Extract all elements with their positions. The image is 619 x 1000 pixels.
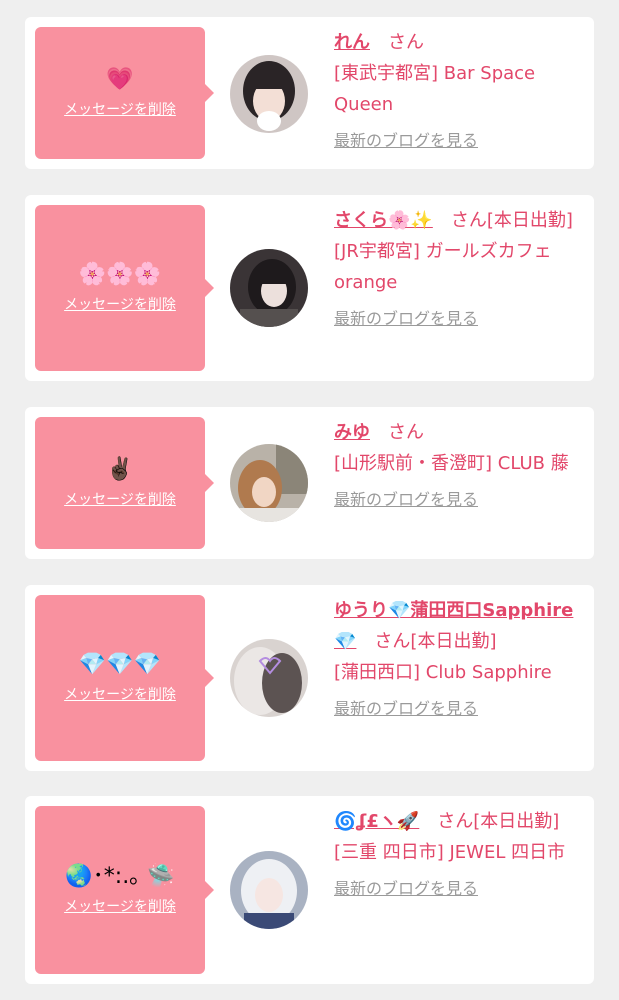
latest-blog-link[interactable]: 最新のブログを見る bbox=[334, 876, 478, 902]
delete-message-button[interactable]: ✌🏿 メッセージを削除 bbox=[35, 417, 214, 549]
list-item: 💗 メッセージを削除 れん さん [東武宇都宮] Bar Space Queen … bbox=[25, 17, 594, 169]
attendance-status: [本日出勤] bbox=[473, 811, 560, 832]
delete-message-link[interactable]: メッセージを削除 bbox=[64, 489, 176, 509]
avatar[interactable] bbox=[230, 55, 308, 133]
emoji-stamp: 💗 bbox=[106, 67, 134, 92]
emoji-stamp: ✌🏿 bbox=[106, 457, 134, 482]
avatar[interactable] bbox=[230, 249, 308, 327]
shop-name: [三重 四日市] JEWEL 四日市 bbox=[334, 842, 566, 863]
attendance-status: [本日出勤] bbox=[410, 631, 497, 652]
honorific: さん bbox=[388, 32, 424, 53]
shop-name: [東武宇都宮] Bar Space Queen bbox=[334, 63, 536, 115]
profile-info: れん さん [東武宇都宮] Bar Space Queen 最新のブログを見る bbox=[334, 27, 584, 156]
delete-message-link[interactable]: メッセージを削除 bbox=[64, 99, 176, 119]
avatar[interactable] bbox=[230, 444, 308, 522]
delete-message-button[interactable]: 💗 メッセージを削除 bbox=[35, 27, 214, 159]
delete-message-link[interactable]: メッセージを削除 bbox=[64, 684, 176, 704]
avatar[interactable] bbox=[230, 639, 308, 717]
shop-name: [JR宇都宮] ガールズカフェorange bbox=[334, 241, 552, 293]
delete-message-link[interactable]: メッセージを削除 bbox=[64, 294, 176, 314]
honorific: さん bbox=[437, 811, 474, 832]
delete-message-link[interactable]: メッセージを削除 bbox=[64, 896, 176, 916]
profile-info: さくら🌸✨ さん[本日出勤] [JR宇都宮] ガールズカフェorange 最新のブ… bbox=[334, 205, 584, 334]
latest-blog-link[interactable]: 最新のブログを見る bbox=[334, 128, 478, 154]
emoji-stamp: 🌸🌸🌸 bbox=[78, 262, 162, 287]
name-link[interactable]: れん bbox=[334, 32, 370, 53]
list-item: ✌🏿 メッセージを削除 みゆ さん [山形駅前・香澄町] CLUB 藤 最新のブロ… bbox=[25, 407, 594, 559]
list-item: 💎💎💎 メッセージを削除 ゆうり💎蒲田西口Sapphire💎 さん[本日出勤] [… bbox=[25, 585, 594, 771]
honorific: さん bbox=[388, 422, 424, 443]
avatar-woman-brown-hair-icon bbox=[230, 444, 308, 522]
avatar-woman-dark-hair-icon bbox=[230, 55, 308, 133]
latest-blog-link[interactable]: 最新のブログを見る bbox=[334, 696, 478, 722]
shop-name: [蒲田西口] Club Sapphire bbox=[334, 662, 552, 683]
avatar-woman-silver-hair-icon bbox=[230, 851, 308, 929]
delete-message-button[interactable]: 🌏･*:.｡ 🛸 メッセージを削除 bbox=[35, 806, 214, 974]
avatar-woman-blurred-icon bbox=[230, 639, 308, 717]
latest-blog-link[interactable]: 最新のブログを見る bbox=[334, 487, 478, 513]
avatar[interactable] bbox=[230, 851, 308, 929]
delete-message-button[interactable]: 💎💎💎 メッセージを削除 bbox=[35, 595, 214, 761]
attendance-status: [本日出勤] bbox=[486, 210, 573, 231]
list-item: 🌸🌸🌸 メッセージを削除 さくら🌸✨ さん[本日出勤] [JR宇都宮] ガールズカ… bbox=[25, 195, 594, 381]
latest-blog-link[interactable]: 最新のブログを見る bbox=[334, 306, 478, 332]
avatar-woman-dark-hair-icon bbox=[230, 249, 308, 327]
delete-message-button[interactable]: 🌸🌸🌸 メッセージを削除 bbox=[35, 205, 214, 371]
name-link[interactable]: 🌀ʆ£ヽ🚀 bbox=[334, 811, 419, 832]
shop-name: [山形駅前・香澄町] CLUB 藤 bbox=[334, 453, 569, 474]
emoji-stamp: 🌏･*:.｡ 🛸 bbox=[65, 864, 175, 889]
profile-info: 🌀ʆ£ヽ🚀 さん[本日出勤] [三重 四日市] JEWEL 四日市 最新のブログを… bbox=[334, 806, 584, 904]
message-list: 💗 メッセージを削除 れん さん [東武宇都宮] Bar Space Queen … bbox=[0, 0, 619, 1000]
list-item: 🌏･*:.｡ 🛸 メッセージを削除 🌀ʆ£ヽ🚀 さん[本日出勤] [三重 四日市]… bbox=[25, 796, 594, 984]
emoji-stamp: 💎💎💎 bbox=[78, 652, 162, 677]
honorific: さん bbox=[450, 210, 487, 231]
name-link[interactable]: さくら🌸✨ bbox=[334, 210, 433, 231]
profile-info: みゆ さん [山形駅前・香澄町] CLUB 藤 最新のブログを見る bbox=[334, 417, 584, 515]
profile-info: ゆうり💎蒲田西口Sapphire💎 さん[本日出勤] [蒲田西口] Club Sa… bbox=[334, 595, 584, 724]
name-link[interactable]: みゆ bbox=[334, 422, 370, 443]
honorific: さん bbox=[374, 631, 411, 652]
